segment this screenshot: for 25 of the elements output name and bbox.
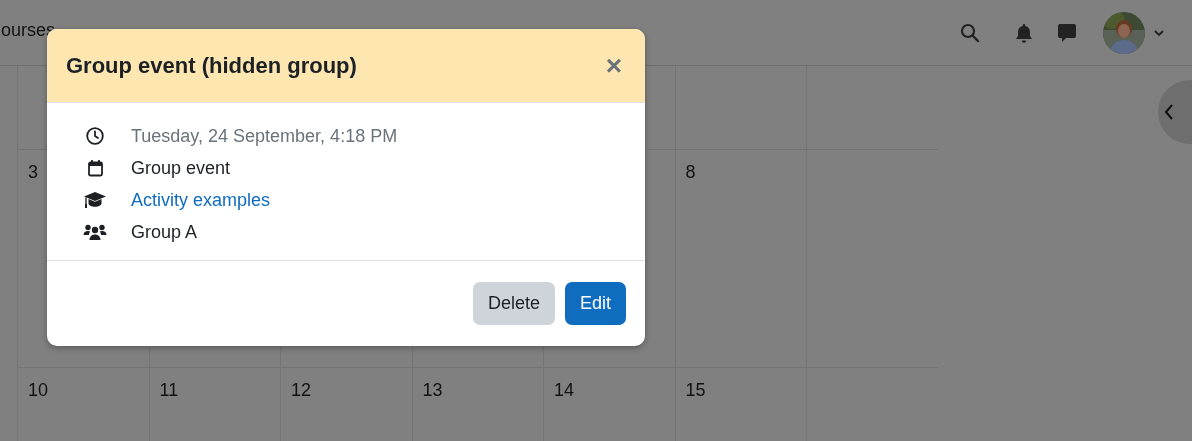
day-number: 8 [685, 162, 696, 182]
clock-icon [86, 127, 104, 145]
caret-icon[interactable] [1153, 28, 1165, 37]
close-button[interactable]: × [601, 51, 626, 80]
day-number: 15 [685, 380, 706, 400]
users-icon [83, 223, 107, 241]
day-number: 13 [422, 380, 443, 400]
day-number: 11 [159, 380, 179, 400]
event-detail: Group A [131, 221, 198, 243]
edit-button[interactable]: Edit [564, 282, 626, 325]
day-number: 12 [291, 380, 312, 400]
event-detail: Tuesday, 24 September, 4:18 PM [131, 125, 398, 147]
course-link[interactable]: Activity examples [131, 189, 271, 211]
day-number: 10 [28, 380, 49, 400]
bell-icon[interactable] [1015, 22, 1033, 43]
chevron-left-icon [1164, 103, 1174, 121]
calendar-icon [87, 159, 103, 177]
day-number: 14 [554, 380, 575, 400]
chat-icon[interactable] [1057, 22, 1077, 43]
search-icon[interactable] [960, 22, 980, 43]
day-number: 3 [28, 162, 38, 182]
graduation-cap-icon [83, 191, 107, 209]
dialog-title: Group event (hidden group) [66, 52, 357, 79]
delete-button[interactable]: Delete [472, 282, 555, 325]
event-detail: Group event [131, 157, 231, 179]
